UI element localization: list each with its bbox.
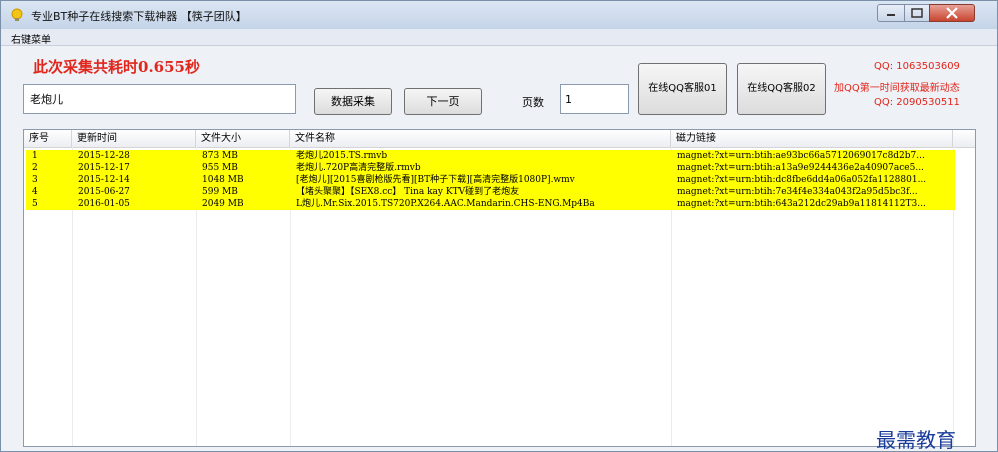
qq-contact-1: QQ: 1063503609 bbox=[874, 61, 960, 72]
cell-filename: [老炮儿][2015喜剧枪版先看][BT种子下载][高清完整版1080P].wm… bbox=[296, 175, 575, 185]
cell-magnet: magnet:?xt=urn:btih:ae93bc66a5712069017c… bbox=[677, 151, 925, 161]
table-row[interactable]: 3 2015-12-14 1048 MB [老炮儿][2015喜剧枪版先看][B… bbox=[26, 174, 955, 186]
menu-right-click[interactable]: 右键菜单 bbox=[11, 31, 51, 46]
page-input[interactable] bbox=[560, 84, 629, 114]
watermark-text: 最需教育 bbox=[876, 428, 956, 452]
cell-index: 2 bbox=[32, 163, 38, 173]
qq-group-note: 加QQ第一时间获取最新动态 bbox=[834, 83, 960, 94]
close-button[interactable] bbox=[929, 4, 975, 22]
column-header-updated[interactable]: 更新时间 bbox=[72, 130, 196, 147]
column-header-magnet[interactable]: 磁力链接 bbox=[671, 130, 953, 147]
qq-service-2-button[interactable]: 在线QQ客服02 bbox=[737, 63, 826, 115]
cell-filename: 【堵头聚聚】【SEX8.cc】 Tina kay KTV碰到了老炮友 bbox=[296, 187, 520, 197]
cell-filename: 老炮儿2015.TS.rmvb bbox=[296, 151, 388, 161]
table-row[interactable]: 2 2015-12-17 955 MB 老炮儿.720P高清完整版.rmvb m… bbox=[26, 162, 955, 174]
close-icon bbox=[946, 7, 958, 19]
cell-filename: L炮儿.Mr.Six.2015.TS720P.X264.AAC.Mandarin… bbox=[296, 199, 595, 209]
cell-index: 5 bbox=[32, 199, 38, 209]
cell-magnet: magnet:?xt=urn:btih:a13a9e9244436e2a4090… bbox=[677, 163, 924, 173]
qq-service-1-button[interactable]: 在线QQ客服01 bbox=[638, 63, 727, 115]
app-window: 专业BT种子在线搜索下载神器 【筷子团队】 右键菜单 此次采集共耗时0.655秒… bbox=[0, 0, 998, 452]
cell-size: 1048 MB bbox=[202, 175, 244, 185]
cell-size: 2049 MB bbox=[202, 199, 244, 209]
title-bar[interactable]: 专业BT种子在线搜索下载神器 【筷子团队】 bbox=[1, 1, 997, 29]
cell-index: 3 bbox=[32, 175, 38, 185]
cell-magnet: magnet:?xt=urn:btih:643a212dc29ab9a11814… bbox=[677, 199, 926, 209]
column-header-size[interactable]: 文件大小 bbox=[196, 130, 290, 147]
cell-index: 1 bbox=[32, 151, 38, 161]
cell-updated: 2015-12-14 bbox=[78, 175, 130, 185]
cell-size: 955 MB bbox=[202, 163, 238, 173]
cell-updated: 2016-01-05 bbox=[78, 199, 130, 209]
results-table[interactable]: 序号 更新时间 文件大小 文件名称 磁力链接 1 2015-12-28 873 … bbox=[23, 129, 976, 447]
table-row[interactable]: 4 2015-06-27 599 MB 【堵头聚聚】【SEX8.cc】 Tina… bbox=[26, 186, 955, 198]
collect-button[interactable]: 数据采集 bbox=[314, 88, 392, 115]
cell-index: 4 bbox=[32, 187, 38, 197]
maximize-button[interactable] bbox=[904, 4, 930, 22]
cell-filename: 老炮儿.720P高清完整版.rmvb bbox=[296, 163, 421, 173]
minimize-icon bbox=[887, 14, 895, 16]
maximize-icon bbox=[911, 8, 923, 18]
cell-size: 599 MB bbox=[202, 187, 238, 197]
window-title: 专业BT种子在线搜索下载神器 【筷子团队】 bbox=[31, 10, 247, 23]
column-header-filename[interactable]: 文件名称 bbox=[290, 130, 671, 147]
minimize-button[interactable] bbox=[877, 4, 905, 22]
timing-status: 此次采集共耗时0.655秒 bbox=[33, 58, 200, 76]
column-header-index[interactable]: 序号 bbox=[24, 130, 72, 147]
cell-updated: 2015-12-28 bbox=[78, 151, 130, 161]
table-row[interactable]: 5 2016-01-05 2049 MB L炮儿.Mr.Six.2015.TS7… bbox=[26, 198, 955, 210]
cell-size: 873 MB bbox=[202, 151, 238, 161]
cell-updated: 2015-06-27 bbox=[78, 187, 130, 197]
table-header: 序号 更新时间 文件大小 文件名称 磁力链接 bbox=[24, 130, 975, 148]
table-row[interactable]: 1 2015-12-28 873 MB 老炮儿2015.TS.rmvb magn… bbox=[26, 150, 955, 162]
cell-magnet: magnet:?xt=urn:btih:dc8fbe6dd4a06a052fa1… bbox=[677, 175, 927, 185]
menu-bar: 右键菜单 bbox=[1, 29, 997, 46]
next-page-button[interactable]: 下一页 bbox=[404, 88, 482, 115]
bulb-icon bbox=[11, 8, 23, 21]
page-label: 页数 bbox=[522, 96, 544, 109]
search-input[interactable] bbox=[23, 84, 296, 114]
cell-updated: 2015-12-17 bbox=[78, 163, 130, 173]
qq-contact-2: QQ: 2090530511 bbox=[874, 97, 960, 108]
cell-magnet: magnet:?xt=urn:btih:7e34f4e334a043f2a95d… bbox=[677, 187, 918, 197]
